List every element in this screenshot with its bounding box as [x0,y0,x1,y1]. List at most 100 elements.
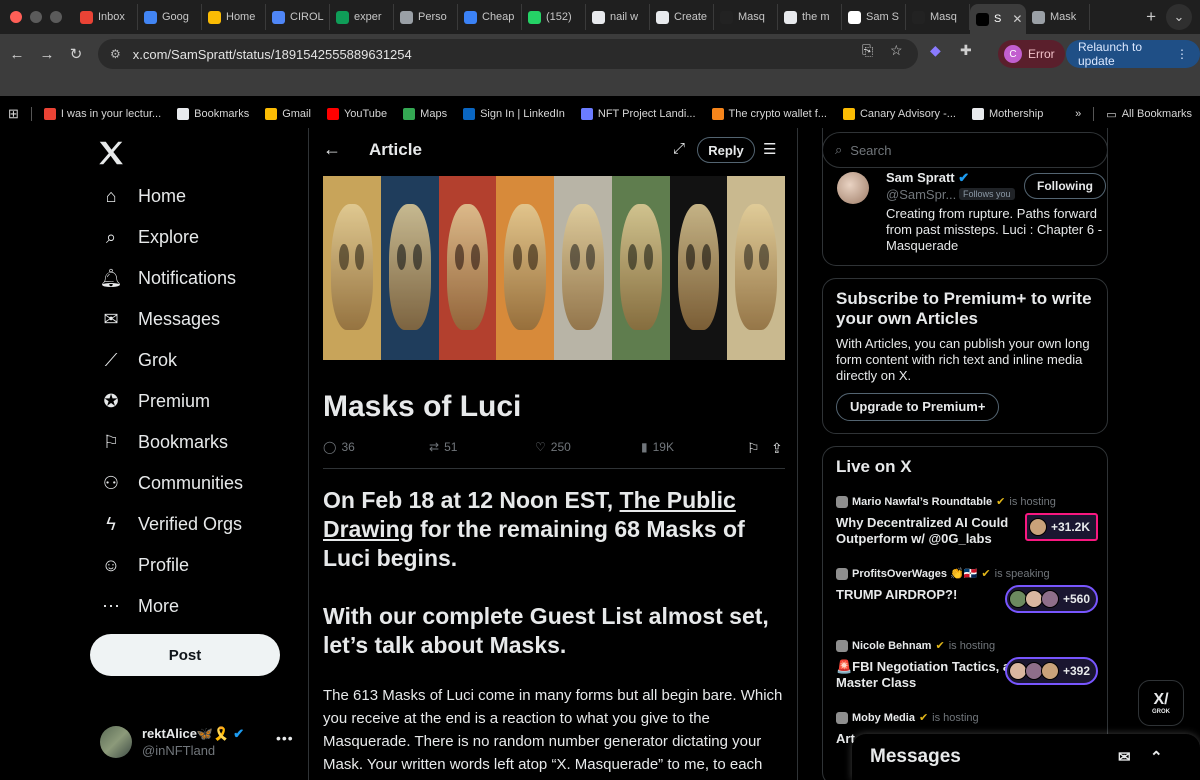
tab-title: Masq [738,11,765,23]
kebab-menu-icon[interactable]: ⋮ [1176,47,1188,61]
bookmark-item[interactable]: Canary Advisory -... [835,108,964,120]
reply-action[interactable]: ◯ 36 [323,440,355,454]
bookmark-item[interactable]: I was in your lectur... [36,108,169,120]
comment-icon: ◯ [323,440,337,454]
listener-count-pill[interactable]: +392 [1004,657,1098,685]
nav-item-messages[interactable]: ✉ Messages [100,304,220,334]
bookmarks-overflow-button[interactable]: » [1067,108,1089,120]
repost-action[interactable]: ⇄ 51 [429,440,457,454]
grok-button[interactable]: X/ GROK [1138,680,1184,726]
puzzle-icon[interactable]: ✚ [960,42,972,59]
browser-tab[interactable]: Mask [1026,4,1090,30]
more-icon: ⋯ [102,595,120,616]
bookmark-item[interactable]: The crypto wallet f... [704,108,835,120]
subheading-text: On Feb 18 at 12 Noon EST, [323,487,620,513]
sliders-icon[interactable]: ☰ [763,140,776,158]
messages-drawer[interactable]: Messages ✉ ⌃ [852,734,1200,780]
browser-tab[interactable]: Create [650,4,714,30]
bookmark-item[interactable]: Mothership [964,108,1051,120]
tab-title: exper [354,11,382,23]
star-icon[interactable]: ☆ [890,42,903,59]
new-tab-button[interactable]: + [1136,7,1166,27]
site-info-icon[interactable]: ⚙ [110,47,121,61]
reply-button[interactable]: Reply [697,137,755,163]
bookmark-list: I was in your lectur... Bookmarks Gmail You… [36,108,1067,120]
bookmark-item[interactable]: Gmail [257,108,319,120]
cover-stripe [380,176,439,360]
browser-tab[interactable]: Masq [714,4,778,30]
collapse-up-icon[interactable]: ⌃ [1150,748,1163,766]
bookmark-item[interactable]: Maps [395,108,455,120]
relaunch-button[interactable]: Relaunch to update ⋮ [1066,40,1200,68]
tab-search-button[interactable]: ⌄ [1166,4,1192,30]
install-app-icon[interactable]: ⎘ [862,42,873,59]
bookmark-item[interactable]: Bookmarks [169,108,257,120]
browser-tab[interactable]: the m [778,4,842,30]
close-window-button[interactable] [10,11,22,23]
search-input[interactable]: ⌕ Search [822,132,1108,168]
more-dots-icon[interactable]: ••• [276,730,294,746]
bookmark-item[interactable]: NFT Project Landi... [573,108,704,120]
apps-grid-icon[interactable]: ⊞ [0,106,27,122]
browser-tab[interactable]: (152) [522,4,586,30]
mask-figure [331,204,373,330]
listener-count-pill[interactable]: +31.2K [1024,513,1098,541]
bookmark-icon[interactable]: ⚐ [747,440,760,457]
bookmark-favicon-icon [842,108,855,120]
nav-item-more[interactable]: ⋯ More [100,591,179,621]
bookmark-item[interactable]: YouTube [319,108,395,120]
nav-item-grok[interactable]: ⟋ Grok [100,345,177,375]
browser-tab[interactable]: Sam S [842,4,906,30]
all-bookmarks-button[interactable]: ▭ All Bookmarks [1098,108,1200,121]
bookmark-label: I was in your lectur... [60,108,162,120]
nav-item-verified-orgs[interactable]: ϟ Verified Orgs [100,509,242,539]
nav-item-explore[interactable]: ⌕ Explore [100,222,199,252]
forward-icon[interactable]: → [36,43,58,65]
zoom-window-button[interactable] [50,11,62,23]
share-icon[interactable]: ⇪ [771,440,783,457]
reload-icon[interactable]: ↻ [65,43,87,65]
author-name[interactable]: Sam Spratt ✔ [886,170,969,186]
live-space-item[interactable]: Nicole Behnam ✔ is hosting 🚨FBI Negotiation… [836,639,1098,703]
browser-tab[interactable]: Perso [394,4,458,30]
upgrade-premium-button[interactable]: Upgrade to Premium+ [836,393,1000,421]
following-button[interactable]: Following [1024,173,1106,199]
avatar[interactable] [837,172,869,204]
nav-item-home[interactable]: ⌂ Home [100,181,186,211]
x-logo-icon[interactable] [96,138,126,168]
back-icon[interactable]: ← [6,43,28,65]
browser-tab[interactable]: Masq [906,4,970,30]
nav-item-profile[interactable]: ☺ Profile [100,550,189,580]
live-space-item[interactable]: ProfitsOverWages 👏🇩🇴 ✔ is speaking TRUMP AI… [836,567,1098,631]
browser-tab[interactable]: nail w [586,4,650,30]
close-tab-icon[interactable]: ✕ [1012,12,1022,26]
back-arrow-icon[interactable]: ← [323,139,341,160]
browser-tab[interactable]: exper [330,4,394,30]
browser-tab[interactable]: Inbox [74,4,138,30]
address-bar[interactable]: ⚙ x.com/SamSpratt/status/189154255588963… [98,39,918,69]
browser-tab[interactable]: Goog [138,4,202,30]
views-action[interactable]: ▮ 19K [641,440,674,454]
like-action[interactable]: ♡ 250 [535,440,571,454]
account-switcher[interactable]: rektAlice🦋🎗️ ✔ @inNFTland ••• [100,726,300,762]
browser-tab[interactable]: CIROL [266,4,330,30]
post-button[interactable]: Post [90,634,280,676]
minimize-window-button[interactable] [30,11,42,23]
listener-count-pill[interactable]: +560 [1004,585,1098,613]
nav-item-communities[interactable]: ⚇ Communities [100,468,243,498]
extension-icon[interactable]: ◆ [930,42,941,59]
browser-tab[interactable]: Cheap [458,4,522,30]
live-space-item[interactable]: Mario Nawfal’s Roundtable ✔ is hosting Why … [836,495,1098,559]
nav-item-premium[interactable]: ✪ Premium [100,386,210,416]
premium-title: Subscribe to Premium+ to write your own … [836,289,1092,328]
nav-item-notifications[interactable]: 🔔︎ Notifications [100,263,236,293]
profile-error-chip[interactable]: C Error [998,40,1065,68]
browser-tab[interactable]: Home [202,4,266,30]
bookmark-item[interactable]: Sign In | LinkedIn [455,108,573,120]
expand-icon[interactable]: ⤢ [673,140,685,157]
tab-favicon-icon [400,10,413,24]
avatar [836,639,848,652]
new-message-icon[interactable]: ✉ [1118,748,1131,766]
browser-tab[interactable]: S ✕ [970,4,1026,34]
nav-item-bookmarks[interactable]: ⚐ Bookmarks [100,427,228,457]
